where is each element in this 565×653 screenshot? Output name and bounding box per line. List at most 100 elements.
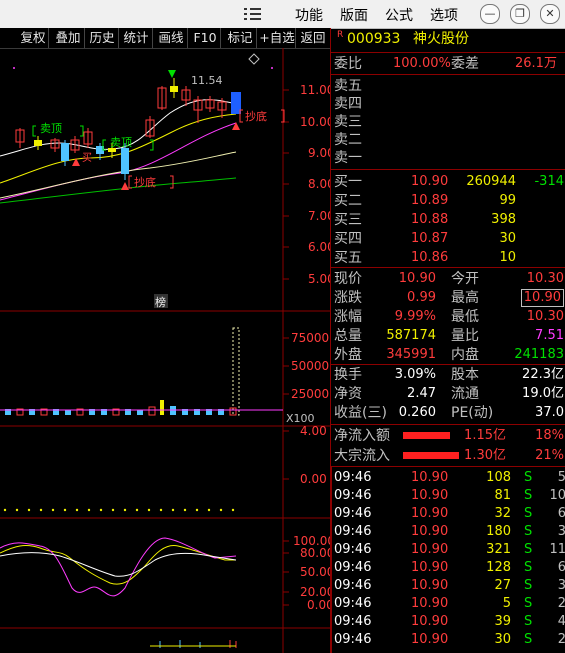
minimize-icon[interactable]: —: [480, 4, 500, 24]
f10-button[interactable]: F10: [190, 28, 221, 48]
y-tick-kdj: 20.00: [300, 585, 330, 599]
buy-level-label: 买三: [334, 212, 362, 228]
buy-level-label: 买一: [334, 174, 362, 190]
restore-icon[interactable]: ❐: [510, 4, 530, 24]
stats-value: 2.47: [407, 386, 436, 401]
sell-level-row[interactable]: 卖一: [331, 149, 565, 167]
quote-panel: R 000933 神火股份 委比 100.00% 委差 26.1万 卖五 卖四 卖三…: [330, 28, 565, 653]
tick-volume: 321: [486, 542, 511, 557]
menu-options[interactable]: 选项: [430, 5, 458, 25]
kdj-k-line: [0, 545, 236, 585]
adjust-button[interactable]: 复权: [18, 28, 49, 48]
tick-count: 6: [557, 506, 565, 521]
quote-value: 10.30: [526, 271, 564, 286]
history-button[interactable]: 历史: [86, 28, 119, 48]
buy-level-row[interactable]: 买四 10.87 30: [331, 230, 565, 248]
y-tick-volume: 25000: [291, 387, 329, 401]
menu-function[interactable]: 功能: [295, 5, 323, 25]
bottom-fish-label-2: 抄底: [245, 109, 267, 123]
y-tick-main: 9.00: [308, 146, 330, 160]
tick-side: S: [524, 578, 533, 593]
tick-volume: 5: [502, 596, 511, 611]
buy-level-qty: 398: [491, 212, 516, 227]
stats-row: 净资 2.47 流通 19.0亿: [331, 385, 565, 403]
buy-level-row[interactable]: 买一 10.90 260944 -314: [331, 173, 565, 191]
quote-value: 9.99%: [394, 309, 436, 324]
trade-tick-row: 09:46 10.90 321 S 11: [331, 541, 565, 559]
tick-time: 09:46: [334, 596, 372, 611]
quote-label: 外盘: [334, 347, 362, 363]
trade-tick-row: 09:46 10.90 81 S 10: [331, 487, 565, 505]
tick-side: S: [524, 470, 533, 485]
diamond-icon[interactable]: [248, 53, 260, 65]
buy-level-price: 10.88: [411, 212, 449, 227]
sell-level-row[interactable]: 卖三: [331, 113, 565, 131]
sell-level-label: 卖二: [334, 132, 362, 148]
tick-side: S: [524, 506, 533, 521]
stats-button[interactable]: 统计: [120, 28, 153, 48]
tick-side: S: [524, 488, 533, 503]
fund-flow-row: 净流入额 1.15亿 18%: [331, 427, 565, 445]
stats-label: 换手: [334, 367, 362, 383]
mark-button[interactable]: 标记: [224, 28, 257, 48]
rank-badge[interactable]: 榜: [155, 295, 166, 309]
sell-level-row[interactable]: 卖五: [331, 77, 565, 95]
sell-level-row[interactable]: 卖二: [331, 131, 565, 149]
y-tick-main: 8.00: [308, 177, 330, 191]
stats-label: 股本: [451, 367, 479, 383]
trade-tick-row: 09:46 10.90 128 S 6: [331, 559, 565, 577]
tick-price: 10.90: [411, 506, 449, 521]
overlay-button[interactable]: 叠加: [52, 28, 85, 48]
stats-value: 0.260: [398, 405, 436, 420]
quote-row: 外盘 345991 内盘 241183: [331, 346, 565, 364]
buy-level-qty: 99: [499, 193, 516, 208]
tick-price: 10.90: [411, 614, 449, 629]
buy-level-row[interactable]: 买五 10.86 10: [331, 249, 565, 267]
sell-top-label-2: 卖顶: [110, 136, 132, 149]
close-icon[interactable]: ✕: [540, 4, 560, 24]
quote-value: 10.90: [398, 271, 436, 286]
tick-volume: 108: [486, 470, 511, 485]
tick-price: 10.90: [411, 596, 449, 611]
buy-level-row[interactable]: 买三 10.88 398: [331, 211, 565, 229]
tick-volume: 128: [486, 560, 511, 575]
tick-volume: 27: [494, 578, 511, 593]
quote-row: 涨幅 9.99% 最低 10.30: [331, 308, 565, 326]
quote-value: 10.30: [526, 309, 564, 324]
fund-flow-row: 大宗流入 1.30亿 21%: [331, 447, 565, 465]
buy-level-row[interactable]: 买二 10.89 99: [331, 192, 565, 210]
y-tick-macd: 0.00: [300, 472, 327, 486]
quote-row: 总量 587174 量比 7.51: [331, 327, 565, 345]
volume-last-bar: [232, 327, 240, 416]
stats-value: 22.3亿: [522, 367, 564, 382]
menu-icon[interactable]: [243, 6, 263, 22]
tick-count: 4: [557, 614, 565, 629]
buy-level-price: 10.89: [411, 193, 449, 208]
tick-time: 09:46: [334, 470, 372, 485]
sell-level-row[interactable]: 卖四: [331, 95, 565, 113]
tick-side: S: [524, 596, 533, 611]
add-watchlist-button[interactable]: +自选: [259, 28, 296, 48]
quote-label: 内盘: [451, 347, 479, 363]
quote-value: 10.90: [520, 289, 564, 307]
y-tick-main: 5.00: [308, 272, 330, 286]
tick-count: 11: [549, 542, 565, 557]
tick-side: S: [524, 542, 533, 557]
flow-label: 大宗流入: [334, 448, 390, 464]
menu-formula[interactable]: 公式: [385, 5, 413, 25]
order-diff-label: 委差: [451, 56, 479, 72]
chart-area[interactable]: 卖顶 买 卖顶 抄底 抄底 11.54 11.00 10.00 9.00 8.0…: [0, 48, 330, 653]
tick-count: 3: [557, 578, 565, 593]
y-tick-volume: 75000: [291, 331, 329, 345]
kdj-d-line: [0, 552, 237, 577]
sell-level-label: 卖一: [334, 150, 362, 166]
tick-side: S: [524, 632, 533, 647]
menu-layout[interactable]: 版面: [340, 5, 368, 25]
back-button[interactable]: 返回: [297, 28, 329, 48]
tick-price: 10.90: [411, 488, 449, 503]
y-tick-kdj: 0.00: [307, 598, 330, 612]
y-tick-kdj: 80.00: [300, 546, 330, 560]
y-tick-main: 10.00: [300, 115, 330, 129]
draw-button[interactable]: 画线: [155, 28, 188, 48]
chart-svg: 卖顶 买 卖顶 抄底 抄底 11.54 11.00 10.00 9.00 8.0…: [0, 48, 330, 653]
